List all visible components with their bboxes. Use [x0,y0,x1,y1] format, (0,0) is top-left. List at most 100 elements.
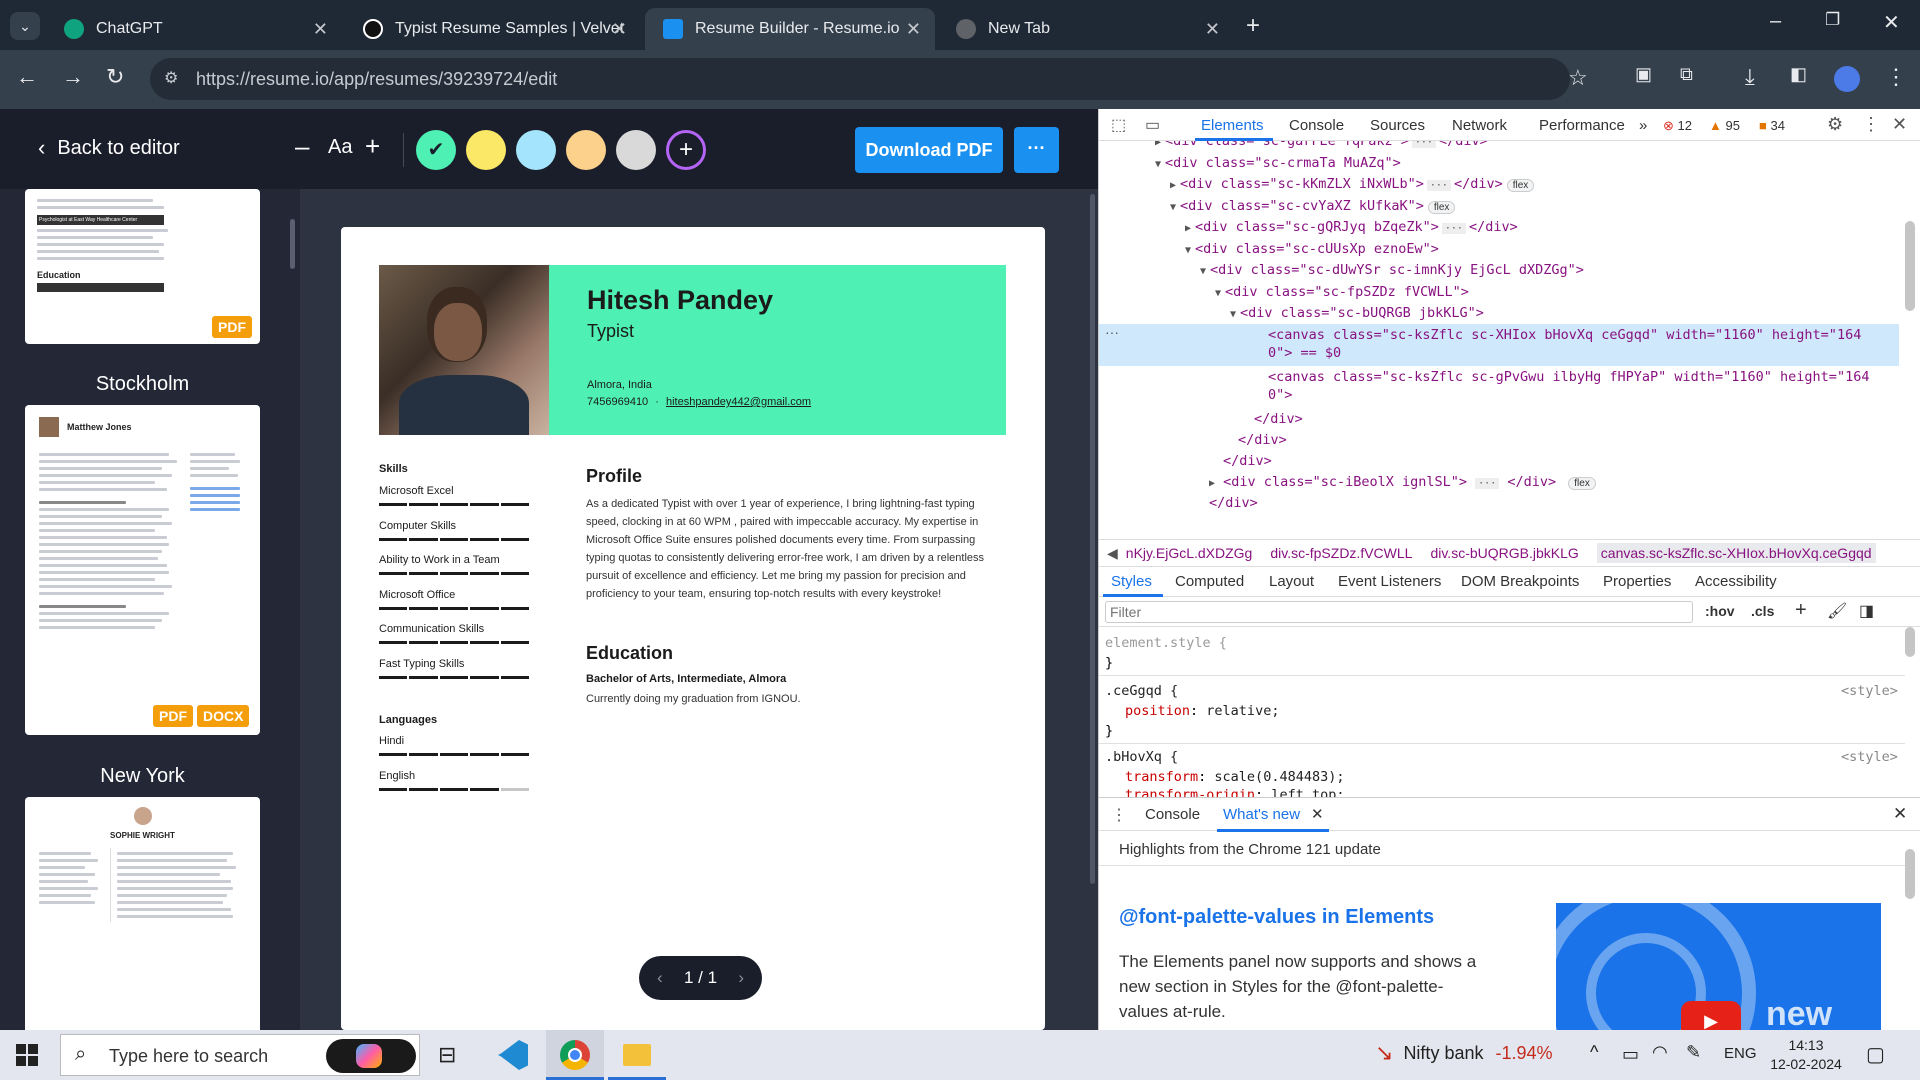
url-text[interactable]: https://resume.io/app/resumes/39239724/e… [196,69,557,90]
windows-start-icon[interactable] [16,1044,38,1066]
chrome-taskbar-button[interactable] [546,1030,604,1080]
css-declaration[interactable]: position: relative; [1125,703,1279,719]
collapse-arrow-icon[interactable]: ▼ [1215,288,1221,299]
tab-performance[interactable]: Performance [1539,117,1625,134]
dom-node[interactable]: ▼ <div class="sc-crmaTa MuAZq"> [1155,155,1401,171]
new-tab-button[interactable]: + [1246,12,1260,40]
element-style-rule[interactable]: element.style { [1105,635,1227,651]
expand-arrow-icon[interactable]: ▶ [1170,180,1176,191]
resume-email[interactable]: hiteshpandey442@gmail.com [666,396,811,408]
close-icon[interactable]: ✕ [1205,19,1220,40]
bookmark-star-icon[interactable]: ☆ [1568,65,1588,91]
tab-new-tab[interactable]: New Tab ✕ [938,8,1234,50]
breadcrumb-item[interactable]: div.sc-fpSZDz.fVCWLL [1270,545,1412,561]
collapse-arrow-icon[interactable]: ▼ [1170,202,1176,213]
vscode-icon[interactable] [498,1040,528,1070]
expand-arrow-icon[interactable]: ▶ [1155,141,1161,148]
font-increase-button[interactable]: + [365,131,380,162]
back-to-editor-link[interactable]: ‹ Back to editor [38,135,180,161]
tab-search-button[interactable]: ⌄ [10,12,40,40]
download-icon[interactable]: ⤓ [1745,64,1755,90]
new-rule-icon[interactable]: + [1795,599,1807,622]
breadcrumb-item[interactable]: nKjy.EjGcL.dXDZGg [1126,545,1253,561]
battery-icon[interactable]: ▭ [1622,1044,1639,1065]
whats-new-title[interactable]: @font-palette-values in Elements [1119,906,1434,929]
collapse-arrow-icon[interactable]: ▼ [1185,245,1191,256]
close-icon[interactable]: ✕ [906,19,921,40]
minimize-button[interactable]: – [1770,10,1781,33]
dom-node[interactable]: ▼ <div class="sc-cvYaXZ kUfkaK"> flex [1170,198,1456,214]
back-arrow-icon[interactable]: ← [16,64,38,90]
download-pdf-button[interactable]: Download PDF [855,127,1003,173]
style-source-link[interactable]: <style> [1841,749,1898,765]
flex-pill[interactable]: flex [1506,179,1535,192]
preview-scrollbar[interactable] [1090,194,1095,884]
ellipsis-badge[interactable]: ··· [1475,478,1500,489]
show-hidden-icons[interactable]: ^ [1590,1042,1598,1063]
css-declaration[interactable]: transform: scale(0.484483); [1125,769,1344,785]
close-devtools-icon[interactable]: ✕ [1892,114,1907,135]
error-count[interactable]: ⊗ 12 [1663,118,1692,134]
copilot-icon[interactable] [326,1039,416,1073]
close-icon[interactable]: ✕ [1311,805,1324,823]
breadcrumb-item-selected[interactable]: canvas.sc-ksZflc.sc-XHIox.bHovXq.ceGgqd [1596,543,1876,563]
close-icon[interactable]: ✕ [313,19,328,40]
dom-node[interactable]: ▶ <div class="sc-gQRJyq bZqeZk"> ··· </div> [1185,219,1518,235]
forward-arrow-icon[interactable]: → [62,64,84,90]
close-drawer-icon[interactable]: ✕ [1893,804,1907,824]
tab-console[interactable]: Console [1289,117,1344,134]
sidebar-scrollbar[interactable] [290,219,295,269]
tab-velvet[interactable]: Typist Resume Samples | Velvet ✕ [345,8,641,50]
template-thumbnail[interactable]: Psychologist at East Way Healthcare Cent… [25,189,260,344]
dom-node[interactable]: ▼ <div class="sc-cUUsXp eznoEw"> [1185,241,1439,257]
drawer-tab-console[interactable]: Console [1145,806,1200,823]
sidebar-toggle-icon[interactable]: ◨ [1859,601,1874,621]
flex-pill[interactable]: flex [1427,200,1456,214]
reload-icon[interactable]: ↻ [106,64,124,90]
dom-node[interactable]: ▼ <div class="sc-dUwYSr sc-imnKjy EjGcL d… [1200,262,1584,278]
dom-node[interactable]: ▼ <div class="sc-bUQRGB jbkKLG"> [1230,305,1484,321]
tab-properties[interactable]: Properties [1603,573,1671,590]
css-selector[interactable]: .ceGgqd { [1105,683,1178,699]
warning-count[interactable]: ▲ 95 [1709,118,1740,133]
custom-color-button[interactable]: + [666,130,706,170]
style-source-link[interactable]: <style> [1841,683,1898,699]
cast-icon[interactable]: ▣ [1635,64,1652,85]
paint-icon[interactable]: 🖌 [1827,601,1847,621]
color-swatch-orange[interactable] [566,130,606,170]
more-options-button[interactable]: ··· [1014,127,1059,173]
chevron-right-icon[interactable]: › [738,968,744,988]
tab-layout[interactable]: Layout [1269,573,1314,590]
wifi-icon[interactable]: ◠ [1652,1042,1668,1063]
issue-count[interactable]: ■ 34 [1759,118,1785,133]
dom-node[interactable]: ▼ <div class="sc-fpSZDz fVCWLL"> [1215,284,1469,300]
flex-pill[interactable]: flex [1568,477,1596,490]
ellipsis-badge[interactable]: ··· [1411,141,1436,148]
tab-computed[interactable]: Computed [1175,573,1244,590]
hov-toggle[interactable]: :hov [1705,603,1735,619]
tab-network[interactable]: Network [1452,117,1507,134]
task-view-icon[interactable]: ⊟ [438,1042,456,1068]
settings-gear-icon[interactable]: ⚙ [1827,114,1843,135]
dom-node[interactable]: ▶ <div class="sc-garFEe fqPakz"> ··· </div> [1155,141,1488,149]
dom-node-last[interactable]: ▶ <div class="sc-iBeolX ignlSL"> ··· </d… [1209,474,1596,490]
sidepanel-icon[interactable]: ◧ [1790,64,1807,85]
color-swatch-mint[interactable]: ✔ [416,130,456,170]
color-swatch-gray[interactable] [616,130,656,170]
taskbar-search[interactable]: ⌕ Type here to search [60,1034,420,1076]
youtube-play-icon[interactable]: ▶ [1681,1001,1741,1030]
profile-avatar[interactable] [1834,66,1860,92]
dom-node-canvas-2[interactable]: <canvas class="sc-ksZflc sc-gPvGwu ilbyH… [1268,369,1869,385]
restore-button[interactable]: ❐ [1825,10,1840,30]
inspect-icon[interactable]: ⬚ [1111,115,1126,135]
dom-node-canvas-1[interactable]: <canvas class="sc-ksZflc sc-XHIox bHovXq… [1268,327,1861,343]
notification-icon[interactable]: ▢ [1866,1042,1885,1067]
collapse-arrow-icon[interactable]: ▼ [1200,266,1206,277]
color-swatch-yellow[interactable] [466,130,506,170]
cls-toggle[interactable]: .cls [1751,603,1774,619]
close-icon[interactable]: ✕ [612,19,627,40]
drawer-scrollbar[interactable] [1905,849,1915,899]
menu-dots-icon[interactable]: ⋮ [1885,64,1907,90]
template-thumbnail[interactable]: Matthew Jones PDF DOCX [25,405,260,735]
color-swatch-blue[interactable] [516,130,556,170]
